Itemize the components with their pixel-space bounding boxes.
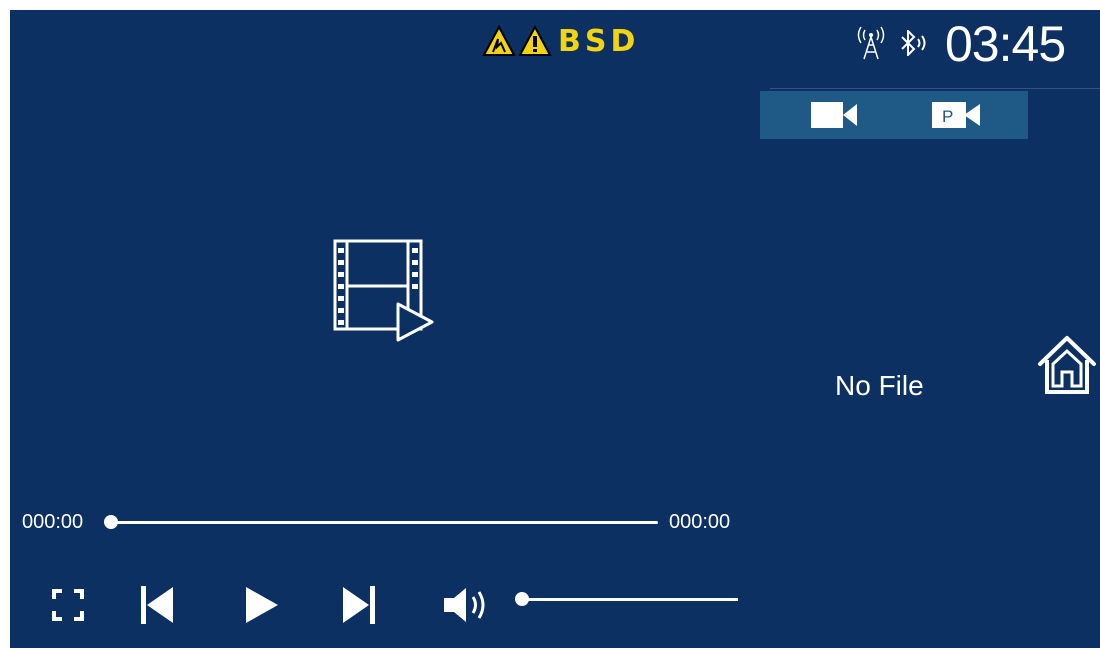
previous-button[interactable] xyxy=(132,583,182,627)
play-icon xyxy=(246,587,278,623)
fullscreen-icon xyxy=(52,589,84,621)
parking-camera-button[interactable]: P xyxy=(908,91,1008,139)
previous-icon xyxy=(141,586,173,624)
status-icons xyxy=(856,26,930,60)
parking-camera-icon: P xyxy=(932,102,980,128)
volume-icon xyxy=(444,588,485,622)
video-player-screen: BSD 03:45 P No File 000:00 000:00 xyxy=(10,10,1100,648)
volume-track[interactable] xyxy=(522,598,738,601)
progress-track[interactable] xyxy=(110,521,658,524)
film-play-icon xyxy=(333,239,434,342)
bluetooth-icon xyxy=(901,30,926,56)
fullscreen-button[interactable] xyxy=(48,585,88,625)
divider xyxy=(770,88,1100,89)
current-time: 000:00 xyxy=(22,511,84,533)
play-button[interactable] xyxy=(235,583,285,627)
volume-button[interactable] xyxy=(438,583,498,627)
next-icon xyxy=(343,586,375,624)
bsd-label: BSD xyxy=(558,23,640,59)
progress-handle[interactable] xyxy=(104,515,118,529)
volume-handle[interactable] xyxy=(515,592,529,606)
warning-triangle-icon xyxy=(518,25,552,56)
parking-badge-text: P xyxy=(942,107,953,126)
total-time: 000:00 xyxy=(669,511,731,533)
next-button[interactable] xyxy=(334,583,384,627)
home-icon[interactable] xyxy=(1036,334,1098,396)
video-camera-icon xyxy=(811,102,857,128)
warning-triangle-icon xyxy=(482,25,516,56)
camera-tab-bar: P xyxy=(760,91,1028,139)
record-camera-button[interactable] xyxy=(785,91,885,139)
clock: 03:45 xyxy=(945,16,1066,72)
no-file-message: No File xyxy=(835,370,924,401)
bsd-indicator: BSD xyxy=(482,23,639,59)
antenna-signal-icon xyxy=(857,26,885,60)
